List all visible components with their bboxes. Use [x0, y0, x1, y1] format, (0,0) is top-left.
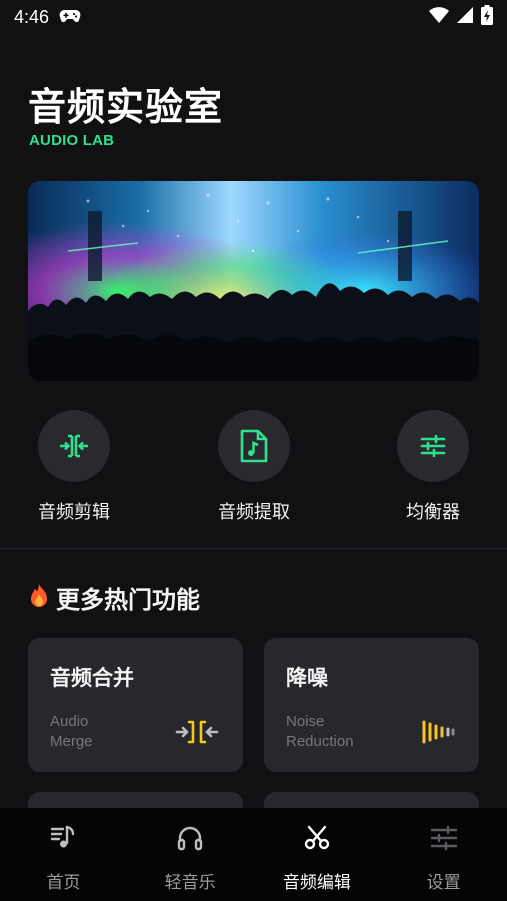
tool-label: 音频剪辑	[38, 502, 110, 523]
noise-reduction-icon	[421, 720, 455, 748]
card-subtitle: Audio Merge	[50, 713, 93, 750]
app-subtitle: AUDIO LAB	[29, 132, 115, 149]
feature-card-audio-merge[interactable]: 音频合并 Audio Merge	[28, 638, 243, 772]
card-subtitle: Noise Reduction	[286, 713, 354, 750]
battery-charging-icon	[481, 5, 493, 29]
nav-home[interactable]: 首页	[0, 808, 127, 901]
bottom-navigation: 首页 轻音乐 音频编辑 设置	[0, 808, 507, 901]
scissors-icon	[303, 824, 331, 856]
audio-file-icon[interactable]	[218, 410, 290, 482]
nav-label: 设置	[426, 873, 461, 893]
status-time: 4:46	[14, 6, 50, 27]
nav-label: 音频编辑	[282, 873, 351, 893]
tool-label: 均衡器	[406, 502, 460, 523]
status-bar: 4:46	[0, 0, 507, 34]
tool-audio-cut[interactable]: 音频剪辑	[19, 410, 129, 524]
section-title: 更多热门功能	[56, 586, 200, 614]
music-note-icon	[49, 824, 77, 856]
tool-audio-extract[interactable]: 音频提取	[199, 410, 309, 524]
app-title: 音频实验室	[28, 85, 224, 129]
nav-label: 首页	[46, 873, 81, 893]
signal-icon	[457, 7, 473, 27]
tool-equalizer[interactable]: 均衡器	[378, 410, 488, 524]
divider	[0, 548, 507, 549]
gamepad-icon	[59, 8, 81, 27]
merge-icon	[175, 720, 219, 748]
wifi-icon	[429, 7, 449, 27]
concert-banner-image[interactable]	[28, 181, 479, 381]
audio-cut-icon[interactable]	[38, 410, 110, 482]
equalizer-icon[interactable]	[397, 410, 469, 482]
feature-card-noise-reduction[interactable]: 降噪 Noise Reduction	[264, 638, 479, 772]
sliders-icon	[430, 824, 458, 856]
fire-icon	[28, 583, 50, 613]
nav-light-music[interactable]: 轻音乐	[127, 808, 254, 901]
nav-label: 轻音乐	[164, 873, 216, 893]
card-title: 降噪	[286, 666, 328, 690]
card-title: 音频合并	[50, 666, 134, 690]
section-header: 更多热门功能	[28, 580, 200, 615]
tool-label: 音频提取	[218, 502, 290, 523]
nav-settings[interactable]: 设置	[380, 808, 507, 901]
nav-audio-edit[interactable]: 音频编辑	[254, 808, 381, 901]
headphones-icon	[176, 824, 204, 856]
